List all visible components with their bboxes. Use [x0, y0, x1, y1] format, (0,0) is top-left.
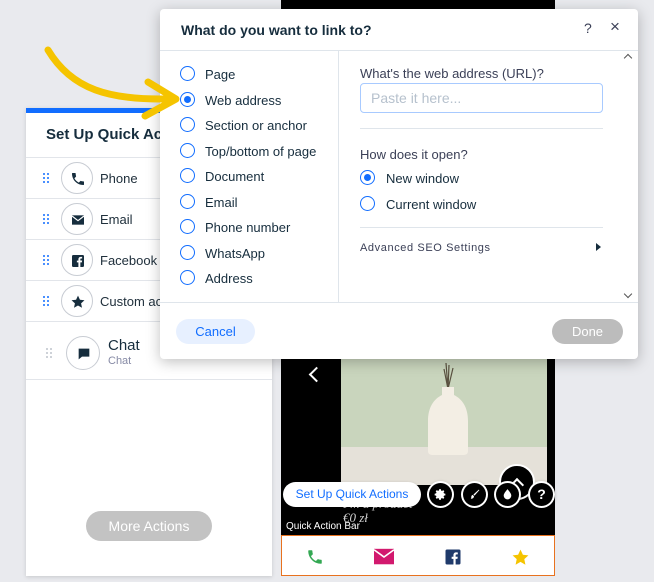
close-icon[interactable]: × [610, 17, 620, 37]
option-label: Phone number [205, 220, 291, 235]
more-actions-button[interactable]: More Actions [86, 511, 212, 541]
facebook-icon [61, 244, 93, 276]
option-label: Document [205, 169, 265, 184]
quick-action-sublabel: Chat [108, 355, 132, 367]
radio-page[interactable] [180, 66, 195, 81]
radio-top-bottom-of-page[interactable] [180, 143, 195, 158]
divider [160, 50, 638, 51]
radio-web-address[interactable] [180, 92, 195, 107]
setup-quick-actions-button[interactable]: Set Up Quick Actions [283, 482, 421, 507]
option-label: Section or anchor [205, 118, 307, 133]
divider [360, 227, 603, 228]
quick-action-label: Custom ac [100, 294, 163, 309]
scroll-down-icon[interactable] [623, 289, 633, 299]
option-label: Email [205, 195, 238, 210]
radio-phone-number[interactable] [180, 219, 195, 234]
brush-icon[interactable] [461, 481, 488, 508]
drag-handle-icon [46, 348, 54, 358]
quick-action-label: Phone [100, 171, 138, 186]
caret-right-icon[interactable] [596, 243, 601, 251]
cancel-button[interactable]: Cancel [176, 319, 255, 344]
drag-handle-icon[interactable] [43, 214, 51, 224]
done-button[interactable]: Done [552, 319, 623, 344]
gear-icon[interactable] [427, 481, 454, 508]
phone-icon [61, 162, 93, 194]
url-input[interactable] [360, 83, 603, 113]
email-icon [61, 203, 93, 235]
option-label: New window [386, 171, 459, 186]
divider [338, 51, 339, 302]
radio-section-or-anchor[interactable] [180, 117, 195, 132]
advanced-seo-settings[interactable]: Advanced SEO Settings [360, 242, 491, 254]
drop-icon[interactable] [494, 481, 521, 508]
open-mode-label: How does it open? [360, 147, 468, 162]
divider [160, 302, 638, 303]
radio-whatsapp[interactable] [180, 245, 195, 260]
scroll-up-icon[interactable] [623, 53, 633, 63]
quick-action-label: Chat [108, 337, 140, 354]
radio-current-window[interactable] [360, 196, 375, 211]
help-icon[interactable]: ? [528, 481, 555, 508]
quick-action-label: Email [100, 212, 133, 227]
star-icon [61, 285, 93, 317]
radio-email[interactable] [180, 194, 195, 209]
quick-action-bar [281, 535, 555, 576]
facebook-icon[interactable] [444, 548, 462, 566]
gallery-prev-icon[interactable] [308, 366, 325, 383]
drag-handle-icon[interactable] [43, 255, 51, 265]
divider [360, 128, 603, 129]
option-label: Address [205, 271, 253, 286]
option-label: Page [205, 67, 236, 82]
quick-action-label: Facebook [100, 253, 158, 268]
chat-icon [66, 336, 100, 370]
option-label: WhatsApp [205, 246, 265, 261]
option-label: Web address [205, 93, 282, 108]
url-field-label: What's the web address (URL)? [360, 66, 544, 81]
star-icon[interactable] [511, 548, 530, 567]
radio-new-window[interactable] [360, 170, 375, 185]
drag-handle-icon[interactable] [43, 173, 51, 183]
email-icon[interactable] [373, 547, 395, 567]
radio-document[interactable] [180, 168, 195, 183]
quick-action-bar-label: Quick Action Bar [286, 521, 360, 532]
radio-address[interactable] [180, 270, 195, 285]
help-icon[interactable]: ? [584, 20, 592, 36]
drag-handle-icon[interactable] [43, 296, 51, 306]
panel-title: Set Up Quick Acti [46, 126, 172, 143]
option-label: Current window [386, 197, 477, 212]
vase-illustration [428, 363, 468, 455]
phone-icon[interactable] [306, 548, 324, 566]
link-dialog: What do you want to link to? ? × Page We… [160, 9, 638, 359]
dialog-title: What do you want to link to? [181, 22, 372, 38]
option-label: Top/bottom of page [205, 144, 317, 159]
